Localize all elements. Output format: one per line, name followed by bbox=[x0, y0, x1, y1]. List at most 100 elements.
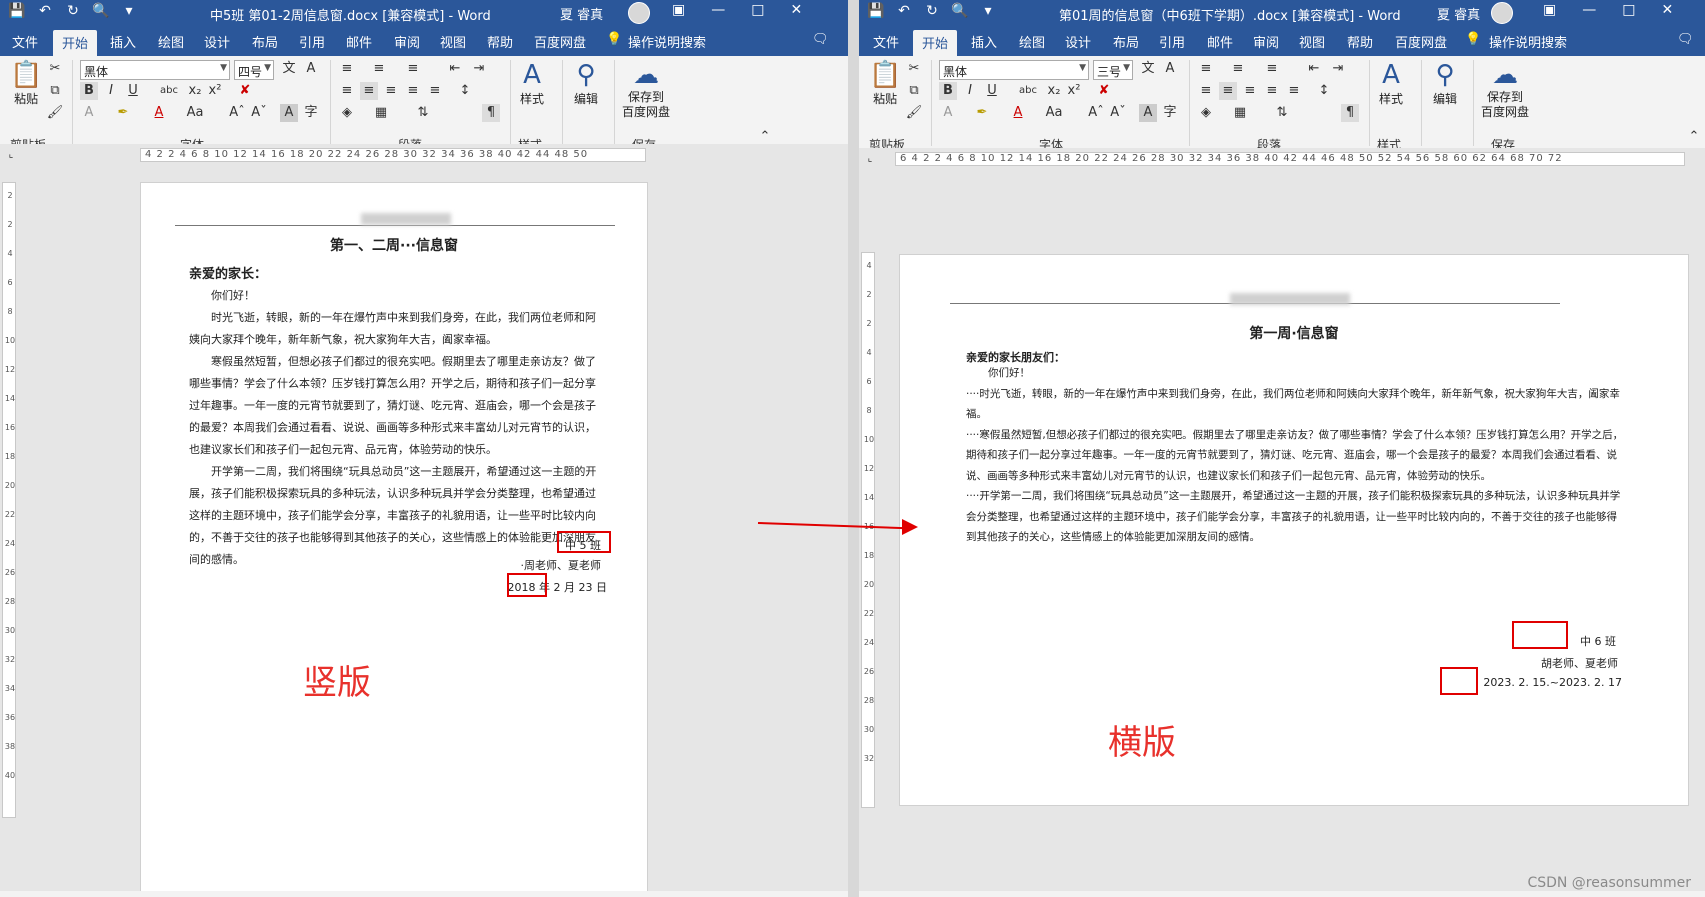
redo-icon[interactable]: ↻ bbox=[64, 3, 82, 19]
char-border-icon[interactable]: A bbox=[1161, 60, 1179, 78]
font-size-combo[interactable]: 四号 ▼ bbox=[234, 60, 274, 80]
minimize-icon[interactable]: — bbox=[711, 2, 725, 18]
cut-icon[interactable]: ✂ bbox=[46, 60, 64, 78]
tab-insert[interactable]: 插入 bbox=[971, 32, 997, 51]
decrease-indent-icon[interactable]: ⇤ bbox=[1305, 60, 1323, 78]
print-preview-icon[interactable]: 🔍 bbox=[951, 3, 969, 19]
shading-icon[interactable]: ◈ bbox=[338, 104, 356, 122]
tab-baidu-netdisk[interactable]: 百度网盘 bbox=[1395, 32, 1447, 51]
font-size-combo[interactable]: 三号 ▼ bbox=[1093, 60, 1133, 80]
tab-baidu-netdisk[interactable]: 百度网盘 bbox=[534, 32, 586, 51]
styles-button[interactable]: A 样式 bbox=[520, 60, 544, 107]
minimize-icon[interactable]: — bbox=[1582, 2, 1596, 18]
distributed-icon[interactable]: ≡ bbox=[1285, 82, 1303, 100]
undo-icon[interactable]: ↶ bbox=[895, 3, 913, 19]
tab-draw[interactable]: 绘图 bbox=[1019, 32, 1045, 51]
change-case-icon[interactable]: Aa bbox=[1045, 104, 1063, 122]
clear-formatting-icon[interactable]: ✘ bbox=[236, 82, 254, 100]
tab-review[interactable]: 审阅 bbox=[394, 32, 420, 51]
undo-icon[interactable]: ↶ bbox=[36, 3, 54, 19]
text-effects-icon[interactable]: A bbox=[80, 104, 98, 122]
enclose-char-icon[interactable]: 字 bbox=[302, 104, 320, 122]
tab-file[interactable]: 文件 bbox=[12, 32, 38, 51]
align-right-icon[interactable]: ≡ bbox=[382, 82, 400, 100]
text-effects-icon[interactable]: A bbox=[939, 104, 957, 122]
tab-references[interactable]: 引用 bbox=[299, 32, 325, 51]
horizontal-ruler[interactable]: ⌞ 4 2 2 4 6 8 10 12 14 16 18 20 22 24 26… bbox=[0, 144, 848, 166]
tab-file[interactable]: 文件 bbox=[873, 32, 899, 51]
tab-help[interactable]: 帮助 bbox=[1347, 32, 1373, 51]
paste-button[interactable]: 📋 粘贴 bbox=[10, 60, 42, 107]
horizontal-ruler[interactable]: ⌞ 6 4 2 2 4 6 8 10 12 14 16 18 20 22 24 … bbox=[859, 148, 1705, 170]
document-page[interactable]: 第一周·信息窗 亲爱的家长朋友们： 你们好！ ····时光飞逝，转眼，新的一年在… bbox=[899, 254, 1689, 806]
document-page[interactable]: 第一、二周···信息窗 亲爱的家长： 你们好！ 时光飞逝，转眼，新的一年在爆竹声… bbox=[140, 182, 648, 897]
superscript-icon[interactable]: x² bbox=[1065, 82, 1083, 100]
sort-icon[interactable]: ⇅ bbox=[414, 104, 432, 122]
align-left-icon[interactable]: ≡ bbox=[338, 82, 356, 100]
highlight-icon[interactable]: ✒ bbox=[973, 104, 991, 122]
tab-review[interactable]: 审阅 bbox=[1253, 32, 1279, 51]
highlight-icon[interactable]: ✒ bbox=[114, 104, 132, 122]
shading-icon[interactable]: ◈ bbox=[1197, 104, 1215, 122]
save-icon[interactable]: 💾 bbox=[867, 3, 885, 19]
bullets-icon[interactable]: ≡ bbox=[1197, 60, 1215, 78]
editing-button[interactable]: ⚲ 编辑 bbox=[574, 60, 598, 107]
save-icon[interactable]: 💾 bbox=[8, 3, 26, 19]
subscript-icon[interactable]: x₂ bbox=[1045, 82, 1063, 100]
change-case-icon[interactable]: Aa bbox=[186, 104, 204, 122]
align-center-icon[interactable]: ≡ bbox=[360, 82, 378, 100]
tab-design[interactable]: 设计 bbox=[1065, 32, 1091, 51]
subscript-icon[interactable]: x₂ bbox=[186, 82, 204, 100]
tab-selector-icon[interactable]: ⌞ bbox=[2, 146, 20, 164]
comments-icon[interactable]: 🗨 bbox=[1677, 32, 1694, 47]
align-center-icon[interactable]: ≡ bbox=[1219, 82, 1237, 100]
char-shading-icon[interactable]: A bbox=[1139, 104, 1157, 122]
phonetic-guide-icon[interactable]: 文 bbox=[280, 60, 298, 78]
avatar[interactable] bbox=[1491, 2, 1513, 24]
strikethrough-icon[interactable]: abc bbox=[1019, 82, 1037, 100]
bold-icon[interactable]: B bbox=[939, 82, 957, 100]
customize-qat-icon[interactable]: ▾ bbox=[979, 3, 997, 19]
customize-qat-icon[interactable]: ▾ bbox=[120, 3, 138, 19]
close-icon[interactable]: ✕ bbox=[1661, 2, 1673, 18]
save-to-baidu-button[interactable]: ☁ 保存到 百度网盘 bbox=[622, 60, 670, 120]
tab-insert[interactable]: 插入 bbox=[110, 32, 136, 51]
justify-icon[interactable]: ≡ bbox=[404, 82, 422, 100]
tab-selector-icon[interactable]: ⌞ bbox=[861, 150, 879, 168]
tab-home[interactable]: 开始 bbox=[53, 30, 98, 58]
multilevel-list-icon[interactable]: ≡ bbox=[404, 60, 422, 78]
line-spacing-icon[interactable]: ↕ bbox=[1315, 82, 1333, 100]
char-border-icon[interactable]: A bbox=[302, 60, 320, 78]
clear-formatting-icon[interactable]: ✘ bbox=[1095, 82, 1113, 100]
tab-mailings[interactable]: 邮件 bbox=[346, 32, 372, 51]
redo-icon[interactable]: ↻ bbox=[923, 3, 941, 19]
grow-font-icon[interactable]: Aˆ bbox=[1087, 104, 1105, 122]
avatar[interactable] bbox=[628, 2, 650, 24]
user-name[interactable]: 夏 睿真 bbox=[560, 4, 603, 23]
styles-button[interactable]: A 样式 bbox=[1379, 60, 1403, 107]
format-painter-icon[interactable]: 🖌 bbox=[46, 104, 64, 122]
tab-help[interactable]: 帮助 bbox=[487, 32, 513, 51]
align-right-icon[interactable]: ≡ bbox=[1241, 82, 1259, 100]
maximize-icon[interactable]: □ bbox=[1622, 2, 1635, 18]
decrease-indent-icon[interactable]: ⇤ bbox=[446, 60, 464, 78]
tab-view[interactable]: 视图 bbox=[1299, 32, 1325, 51]
underline-icon[interactable]: U bbox=[983, 82, 1001, 100]
italic-icon[interactable]: I bbox=[102, 82, 120, 100]
tab-view[interactable]: 视图 bbox=[440, 32, 466, 51]
format-painter-icon[interactable]: 🖌 bbox=[905, 104, 923, 122]
tab-mailings[interactable]: 邮件 bbox=[1207, 32, 1233, 51]
tab-home[interactable]: 开始 bbox=[913, 30, 958, 58]
tab-references[interactable]: 引用 bbox=[1159, 32, 1185, 51]
superscript-icon[interactable]: x² bbox=[206, 82, 224, 100]
enclose-char-icon[interactable]: 字 bbox=[1161, 104, 1179, 122]
italic-icon[interactable]: I bbox=[961, 82, 979, 100]
increase-indent-icon[interactable]: ⇥ bbox=[470, 60, 488, 78]
borders-icon[interactable]: ▦ bbox=[372, 104, 390, 122]
numbering-icon[interactable]: ≡ bbox=[370, 60, 388, 78]
ribbon-display-icon[interactable]: ▣ bbox=[1543, 2, 1556, 18]
borders-icon[interactable]: ▦ bbox=[1231, 104, 1249, 122]
underline-icon[interactable]: U bbox=[124, 82, 142, 100]
close-icon[interactable]: ✕ bbox=[790, 2, 802, 18]
cut-icon[interactable]: ✂ bbox=[905, 60, 923, 78]
